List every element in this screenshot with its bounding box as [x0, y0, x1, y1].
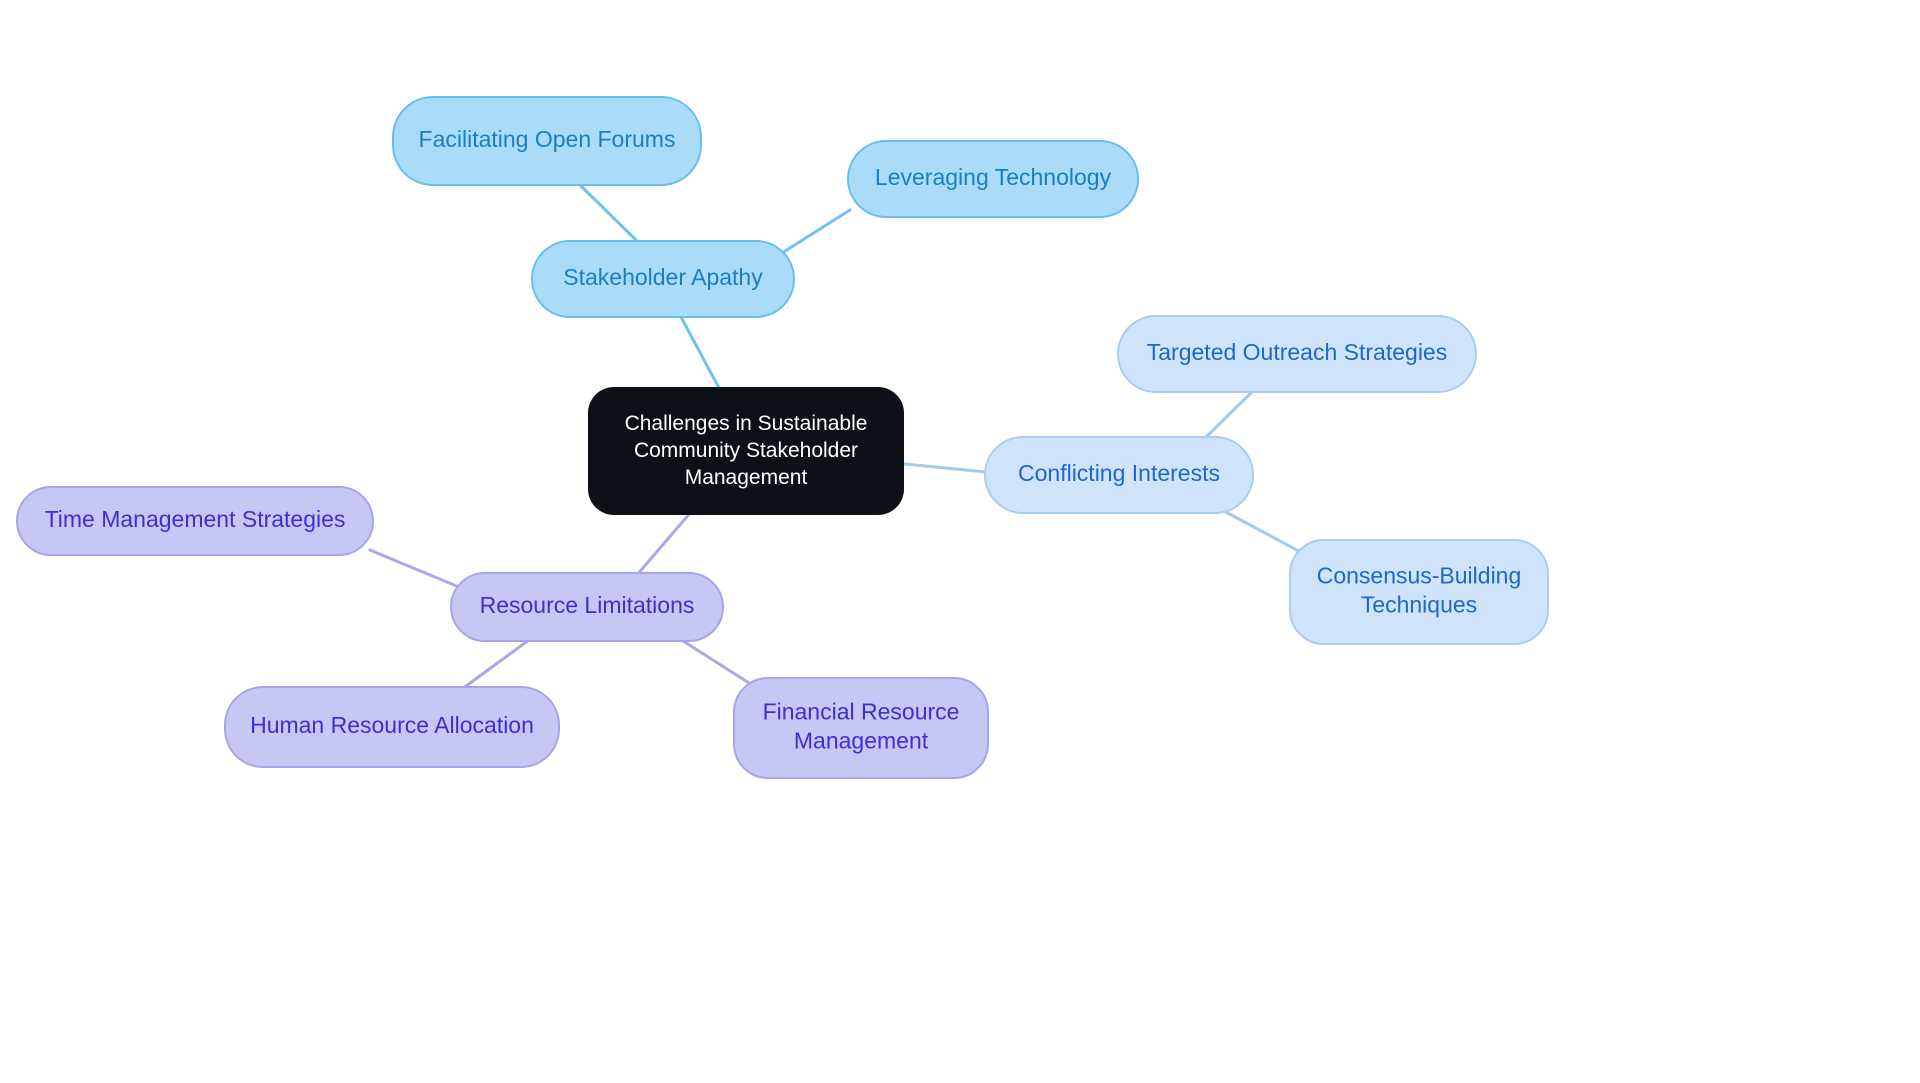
mindmap-node-human-resource-allocation[interactable]: Human Resource Allocation — [224, 686, 560, 768]
node-label-line: Time Management Strategies — [45, 506, 346, 532]
node-label-human-resource-allocation: Human Resource Allocation — [250, 712, 534, 738]
edge-conflicting-interests-consensus-building — [1222, 509, 1310, 558]
edge-resource-limitations-human-resource — [460, 638, 531, 691]
node-label-line: Management — [685, 465, 808, 488]
node-label-line: Stakeholder Apathy — [563, 264, 763, 290]
mindmap-node-stakeholder-apathy[interactable]: Stakeholder Apathy — [531, 240, 795, 318]
node-label-line: Financial Resource — [763, 698, 960, 724]
node-label-line: Community Stakeholder — [634, 439, 858, 462]
edge-stakeholder-apathy-facilitating-open-forums — [578, 183, 640, 244]
node-label-leveraging-technology: Leveraging Technology — [875, 164, 1112, 190]
edge-conflicting-interests-targeted-outreach — [1201, 388, 1256, 442]
node-label-line: Human Resource Allocation — [250, 712, 534, 738]
node-label-facilitating-open-forums: Facilitating Open Forums — [419, 126, 676, 152]
node-label-line: Management — [794, 728, 929, 754]
node-label-line: Resource Limitations — [480, 592, 695, 618]
mindmap-canvas-container: Challenges in Sustainable Community Stake… — [0, 0, 1920, 1083]
mindmap-node-conflicting-interests[interactable]: Conflicting Interests — [984, 436, 1254, 514]
node-label-line: Targeted Outreach Strategies — [1147, 339, 1447, 365]
nodes-layer: Challenges in Sustainable Community Stake… — [16, 96, 1549, 779]
edge-root-stakeholder-apathy — [679, 315, 721, 390]
mindmap-node-resource-limitations[interactable]: Resource Limitations — [450, 572, 724, 642]
node-label-conflicting-interests: Conflicting Interests — [1018, 460, 1220, 486]
node-label-resource-limitations: Resource Limitations — [480, 592, 695, 618]
edge-resource-limitations-financial-resource — [678, 637, 762, 692]
mindmap-node-root[interactable]: Challenges in Sustainable Community Stake… — [588, 387, 904, 515]
node-label-line: Consensus-Building — [1317, 562, 1522, 588]
mindmap-node-time-management-strategies[interactable]: Time Management Strategies — [16, 486, 374, 556]
mindmap-node-consensus-building-techniques[interactable]: Consensus-Building Techniques — [1289, 539, 1549, 645]
mindmap-node-leveraging-technology[interactable]: Leveraging Technology — [847, 140, 1139, 218]
node-label-line: Leveraging Technology — [875, 164, 1112, 190]
mindmap-node-financial-resource-management[interactable]: Financial Resource Management — [733, 677, 989, 779]
node-label-line: Facilitating Open Forums — [419, 126, 676, 152]
node-label-line: Conflicting Interests — [1018, 460, 1220, 486]
edge-resource-limitations-time-management — [368, 548, 461, 589]
node-label-stakeholder-apathy: Stakeholder Apathy — [563, 264, 763, 290]
mindmap-diagram: Challenges in Sustainable Community Stake… — [16, 96, 1549, 779]
edge-stakeholder-apathy-leveraging-technology — [780, 208, 852, 255]
node-label-line: Techniques — [1361, 592, 1477, 618]
node-label-line: Challenges in Sustainable — [625, 412, 868, 435]
mindmap-node-targeted-outreach-strategies[interactable]: Targeted Outreach Strategies — [1117, 315, 1477, 393]
node-label-targeted-outreach-strategies: Targeted Outreach Strategies — [1147, 339, 1447, 365]
mindmap-node-facilitating-open-forums[interactable]: Facilitating Open Forums — [392, 96, 702, 186]
edge-root-resource-limitations — [634, 510, 693, 578]
node-label-time-management-strategies: Time Management Strategies — [45, 506, 346, 532]
edge-root-conflicting-interests — [903, 462, 988, 474]
